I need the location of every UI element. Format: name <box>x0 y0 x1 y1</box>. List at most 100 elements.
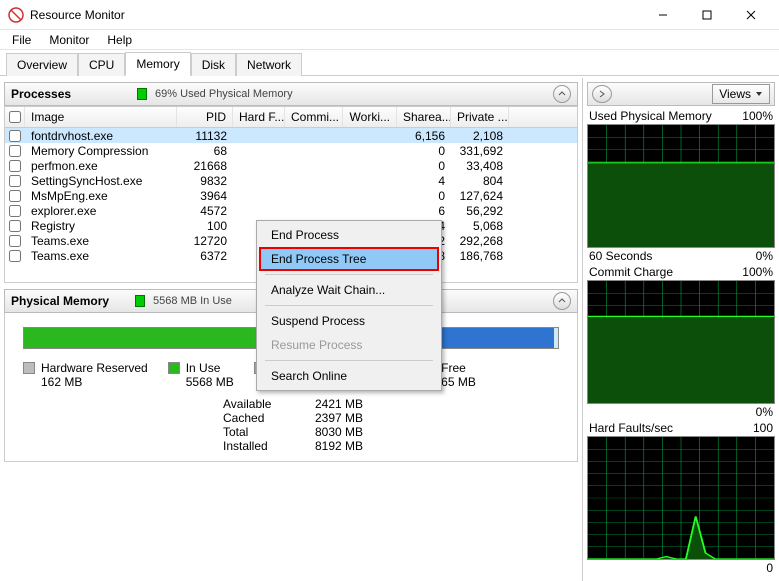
window-title: Resource Monitor <box>30 8 643 22</box>
row-checkbox[interactable] <box>9 175 21 187</box>
table-row[interactable]: explorer.exe4572656,292 <box>5 203 577 218</box>
tab-network[interactable]: Network <box>236 53 302 76</box>
cell-pid: 11132 <box>177 129 233 143</box>
row-checkbox[interactable] <box>9 250 21 262</box>
cell-shareable: 4 <box>397 174 451 188</box>
row-checkbox[interactable] <box>9 220 21 232</box>
cell-image: Teams.exe <box>25 234 177 248</box>
ctx-end-process[interactable]: End Process <box>259 223 439 247</box>
cell-image: fontdrvhost.exe <box>25 129 177 143</box>
row-checkbox[interactable] <box>9 190 21 202</box>
row-checkbox[interactable] <box>9 205 21 217</box>
table-row[interactable]: SettingSyncHost.exe98324804 <box>5 173 577 188</box>
tab-disk[interactable]: Disk <box>191 53 236 76</box>
cell-private: 5,068 <box>451 219 509 233</box>
processes-title: Processes <box>11 87 71 101</box>
menu-file[interactable]: File <box>4 31 39 49</box>
chart <box>587 280 775 404</box>
menu-monitor[interactable]: Monitor <box>41 31 97 49</box>
row-checkbox[interactable] <box>9 130 21 142</box>
ctx-end-process-tree[interactable]: End Process Tree <box>259 247 439 271</box>
collapse-icon[interactable] <box>553 292 571 310</box>
stat-cached-value: 2397 MB <box>293 411 363 425</box>
chart-max: 100 <box>753 421 773 435</box>
stat-installed-value: 8192 MB <box>293 439 363 453</box>
cell-image: perfmon.exe <box>25 159 177 173</box>
tabs: Overview CPU Memory Disk Network <box>0 50 779 76</box>
in-use-meter-icon <box>135 295 145 307</box>
select-all-checkbox[interactable] <box>9 111 21 123</box>
ctx-analyze-wait-chain[interactable]: Analyze Wait Chain... <box>259 278 439 302</box>
cell-shareable: 0 <box>397 144 451 158</box>
cell-image: explorer.exe <box>25 204 177 218</box>
col-shareable[interactable]: Sharea... <box>397 107 451 127</box>
menubar: File Monitor Help <box>0 30 779 50</box>
cell-image: Registry <box>25 219 177 233</box>
memory-stats: Available2421 MB Cached2397 MB Total8030… <box>223 397 559 453</box>
row-checkbox[interactable] <box>9 160 21 172</box>
cell-private: 292,268 <box>451 234 509 248</box>
ctx-separator <box>265 360 433 361</box>
in-use-text: 5568 MB In Use <box>153 295 232 307</box>
chart-title: Commit Charge <box>589 265 673 279</box>
tab-memory[interactable]: Memory <box>125 52 190 76</box>
col-image[interactable]: Image <box>25 107 177 127</box>
col-commit[interactable]: Commi... <box>285 107 343 127</box>
app-icon <box>8 7 24 23</box>
physical-memory-title: Physical Memory <box>11 294 109 308</box>
cell-image: SettingSyncHost.exe <box>25 174 177 188</box>
cell-shareable: 0 <box>397 159 451 173</box>
context-menu: End Process End Process Tree Analyze Wai… <box>256 220 442 391</box>
table-row[interactable]: fontdrvhost.exe111326,1562,108 <box>5 128 577 143</box>
swatch-hardware <box>23 362 35 374</box>
right-toolbar: Views <box>587 82 775 106</box>
expand-left-icon[interactable] <box>592 85 612 103</box>
stat-available-label: Available <box>223 397 293 411</box>
table-row[interactable]: perfmon.exe21668033,408 <box>5 158 577 173</box>
legend-free-value: 65 MB <box>441 375 476 389</box>
chart-min: 0% <box>756 405 773 419</box>
dropdown-icon <box>755 90 763 98</box>
col-pid[interactable]: PID <box>177 107 233 127</box>
col-private[interactable]: Private ... <box>451 107 509 127</box>
table-row[interactable]: MsMpEng.exe39640127,624 <box>5 188 577 203</box>
cell-private: 804 <box>451 174 509 188</box>
cell-image: Memory Compression <box>25 144 177 158</box>
processes-header[interactable]: Processes 69% Used Physical Memory <box>4 82 578 106</box>
stat-total-value: 8030 MB <box>293 425 363 439</box>
chart-min: 0% <box>756 249 773 263</box>
menu-help[interactable]: Help <box>99 31 140 49</box>
chart <box>587 124 775 248</box>
ctx-suspend-process[interactable]: Suspend Process <box>259 309 439 333</box>
chart <box>587 436 775 560</box>
row-checkbox[interactable] <box>9 235 21 247</box>
cell-pid: 3964 <box>177 189 233 203</box>
chart-title: Used Physical Memory <box>589 109 712 123</box>
cell-private: 56,292 <box>451 204 509 218</box>
stat-cached-label: Cached <box>223 411 293 425</box>
tab-cpu[interactable]: CPU <box>78 53 125 76</box>
maximize-button[interactable] <box>687 1 727 29</box>
close-button[interactable] <box>731 1 771 29</box>
chart-max: 100% <box>742 265 773 279</box>
row-checkbox[interactable] <box>9 145 21 157</box>
ctx-search-online[interactable]: Search Online <box>259 364 439 388</box>
ctx-separator <box>265 274 433 275</box>
chart-title: Hard Faults/sec <box>589 421 673 435</box>
minimize-button[interactable] <box>643 1 683 29</box>
cell-image: Teams.exe <box>25 249 177 263</box>
views-button[interactable]: Views <box>712 84 770 104</box>
cell-private: 186,768 <box>451 249 509 263</box>
tab-overview[interactable]: Overview <box>6 53 78 76</box>
cell-private: 127,624 <box>451 189 509 203</box>
col-working[interactable]: Worki... <box>343 107 397 127</box>
swatch-inuse <box>168 362 180 374</box>
processes-subtext: 69% Used Physical Memory <box>155 88 293 100</box>
cell-shareable: 6,156 <box>397 129 451 143</box>
legend-hardware-value: 162 MB <box>41 375 148 389</box>
stat-installed-label: Installed <box>223 439 293 453</box>
table-row[interactable]: Memory Compression680331,692 <box>5 143 577 158</box>
col-hardfaults[interactable]: Hard F... <box>233 107 285 127</box>
collapse-icon[interactable] <box>553 85 571 103</box>
cell-pid: 4572 <box>177 204 233 218</box>
